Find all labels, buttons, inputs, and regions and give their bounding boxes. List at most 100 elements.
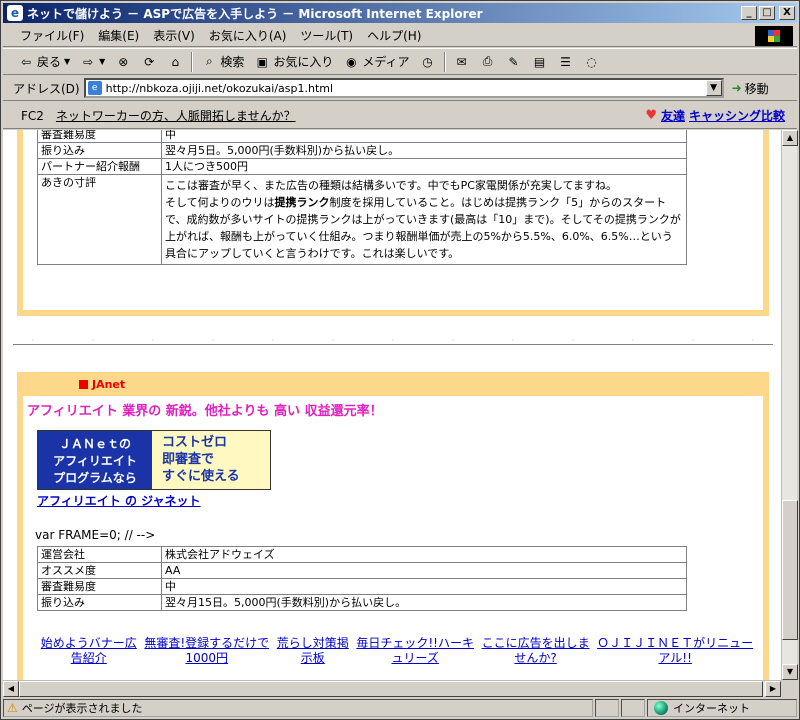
page-icon: e (87, 81, 102, 95)
review-paragraph-2-start: そして何よりのウリは (165, 196, 275, 209)
messenger-button[interactable]: ◌ (579, 54, 605, 70)
banner-left: ＪＡＮｅｔの アフィリエイト プログラムなら (38, 431, 152, 489)
status-bar: ⚠ ページが表示されました インターネット (3, 698, 797, 718)
table-value: 翌々月15日。5,000円(手数料別)から払い戻し。 (161, 594, 687, 611)
close-button[interactable]: X (779, 6, 795, 20)
window-title: ネットで儲けよう － ASPで広告を入手しよう － Microsoft Inte… (27, 6, 483, 21)
forward-button[interactable]: ⇨ ▼ (75, 54, 110, 70)
banner-left-line: アフィリエイト (53, 454, 137, 468)
asp-panel-janet: JAnet アフィリエイト 業界の 新鋭。他社よりも 高い 収益還元率！ ＪＡＮ… (17, 372, 769, 680)
table-key: オススメ度 (37, 562, 162, 579)
back-button[interactable]: ⇦ 戻る ▼ (13, 53, 75, 70)
asp-panel-1: 審査難易度 中 振り込み 翌々月5日。5,000円(手数料別)から払い戻し。 パ… (17, 130, 769, 316)
research-button[interactable]: ☰ (553, 54, 579, 70)
go-label: 移動 (744, 81, 769, 96)
maximize-button[interactable]: □ (759, 6, 775, 20)
favorites-folder-icon: ▣ (256, 54, 269, 69)
menu-view[interactable]: 表示(V) (146, 27, 202, 44)
stop-button[interactable]: ⊗ (110, 54, 136, 70)
footer-link-signup[interactable]: 無審査!登録するだけで 1000円 (144, 636, 269, 666)
table-key: 振り込み (37, 142, 162, 159)
toolbar-separator (191, 51, 194, 72)
research-icon: ☰ (560, 54, 571, 69)
back-label: 戻る (37, 55, 62, 69)
history-button[interactable]: ◷ (415, 54, 441, 70)
cashing-link[interactable]: キャッシング比較 (689, 107, 785, 124)
footer-link-renewal[interactable]: ＯＪＩＪＩＮＥＴがリニュー アル!! (597, 636, 753, 666)
table-key: 審査難易度 (37, 130, 162, 143)
edit-button[interactable]: ✎ (501, 54, 527, 70)
fc2-brand: FC2 (21, 108, 44, 123)
media-button[interactable]: ◉ メディア (338, 53, 414, 70)
stop-icon: ⊗ (118, 54, 129, 69)
banner-right-line: 即審査で (162, 452, 215, 467)
address-url[interactable]: http://nbkoza.ojiji.net/okozukai/asp1.ht… (106, 82, 706, 95)
mail-button[interactable]: ✉ (449, 54, 475, 70)
table-row: パートナー紹介報酬 1人につき500円 (37, 158, 687, 175)
scroll-down-icon[interactable]: ▼ (782, 664, 798, 680)
table-key: 振り込み (37, 594, 162, 611)
review-paragraph-1: ここは審査が早く、また広告の種類は結構多いです。中でもPC家電関係が充実してます… (165, 179, 618, 192)
table-value: 1人につき500円 (161, 158, 687, 175)
minimize-button[interactable]: _ (741, 6, 757, 20)
menu-bar: ファイル(F) 編集(E) 表示(V) お気に入り(A) ツール(T) ヘルプ(… (3, 25, 797, 47)
menu-file[interactable]: ファイル(F) (13, 27, 91, 44)
janet-heading: JAnet (23, 372, 763, 396)
menu-edit[interactable]: 編集(E) (91, 27, 146, 44)
go-button[interactable]: ➜ 移動 (732, 80, 769, 97)
title-bar: e ネットで儲けよう － ASPで広告を入手しよう － Microsoft In… (3, 3, 797, 23)
janet-banner[interactable]: ＪＡＮｅｔの アフィリエイト プログラムなら コストゼロ 即審査で すぐに使える (37, 430, 271, 490)
refresh-button[interactable]: ⟳ (136, 54, 162, 70)
vertical-scroll-thumb[interactable] (782, 500, 798, 640)
footer-link-banner[interactable]: 始めようバナー広 告紹介 (41, 636, 137, 666)
discuss-button[interactable]: ▤ (527, 54, 553, 70)
home-button[interactable]: ⌂ (162, 54, 188, 70)
janet-heading-text: JAnet (92, 377, 126, 391)
janet-catchphrase: アフィリエイト 業界の 新鋭。他社よりも 高い 収益還元率！ (27, 404, 383, 419)
banner-left-line: プログラムなら (53, 471, 137, 485)
ie-icon: e (7, 5, 23, 21)
menu-tools[interactable]: ツール(T) (293, 27, 360, 44)
chevron-down-icon: ▼ (99, 57, 106, 66)
janet-link[interactable]: アフィリエイト の ジャネット (37, 492, 201, 509)
chevron-down-icon: ▼ (64, 57, 71, 66)
banner-right: コストゼロ 即審査で すぐに使える (152, 431, 270, 489)
footer-link-board[interactable]: 荒らし対策掲 示板 (277, 636, 349, 666)
menu-help[interactable]: ヘルプ(H) (360, 27, 428, 44)
horizontal-scroll-thumb[interactable] (19, 681, 763, 697)
status-text: ページが表示されました (21, 702, 143, 715)
discuss-icon: ▤ (533, 54, 546, 69)
horizontal-scrollbar[interactable]: ◀ ▶ (3, 680, 781, 697)
home-icon: ⌂ (171, 54, 180, 69)
print-button[interactable]: ⎙ (475, 54, 501, 70)
edit-icon: ✎ (508, 54, 519, 69)
table-value: 翌々月5日。5,000円(手数料別)から払い戻し。 (161, 142, 687, 159)
address-dropdown-icon[interactable]: ▼ (705, 80, 722, 96)
table-key: パートナー紹介報酬 (37, 158, 162, 175)
fc2-network-link[interactable]: ネットワーカーの方、人脈開拓しませんか？ (56, 107, 296, 124)
menu-favorites[interactable]: お気に入り(A) (202, 27, 294, 44)
footer-link-hercules[interactable]: 毎日チェック!!ハーキ ュリーズ (356, 636, 474, 666)
bullet-square-icon (79, 379, 88, 389)
back-arrow-icon: ⇦ (20, 54, 32, 69)
favorites-button[interactable]: ▣ お気に入り (249, 53, 338, 70)
scroll-right-icon[interactable]: ▶ (765, 681, 781, 697)
table-row: 振り込み 翌々月15日。5,000円(手数料別)から払い戻し。 (37, 594, 687, 611)
review-emphasis: 提携ランク (274, 196, 330, 209)
scroll-left-icon[interactable]: ◀ (3, 681, 19, 697)
script-leak-text: var FRAME=0; // --> (35, 528, 156, 542)
banner-right-line: すぐに使える (162, 469, 240, 484)
address-field[interactable]: e http://nbkoza.ojiji.net/okozukai/asp1.… (83, 78, 724, 98)
search-button[interactable]: ⌕ 検索 (196, 53, 249, 70)
scroll-up-icon[interactable]: ▲ (782, 130, 798, 146)
table-value: AA (161, 562, 687, 579)
friend-link[interactable]: 友達 (661, 107, 685, 124)
footer-link-advertise[interactable]: ここに広告を出しま せんか? (482, 636, 590, 666)
vertical-scrollbar[interactable]: ▲ ▼ (781, 130, 798, 680)
address-label: アドレス(D) (13, 81, 80, 96)
page-viewport: 審査難易度 中 振り込み 翌々月5日。5,000円(手数料別)から払い戻し。 パ… (3, 130, 781, 680)
warning-icon: ⚠ (7, 701, 18, 715)
fc2-toolbar: FC2 ネットワーカーの方、人脈開拓しませんか？ ♥ 友達 キャッシング比較 (3, 103, 797, 129)
status-main: ⚠ ページが表示されました (3, 699, 593, 717)
history-icon: ◷ (422, 54, 433, 69)
